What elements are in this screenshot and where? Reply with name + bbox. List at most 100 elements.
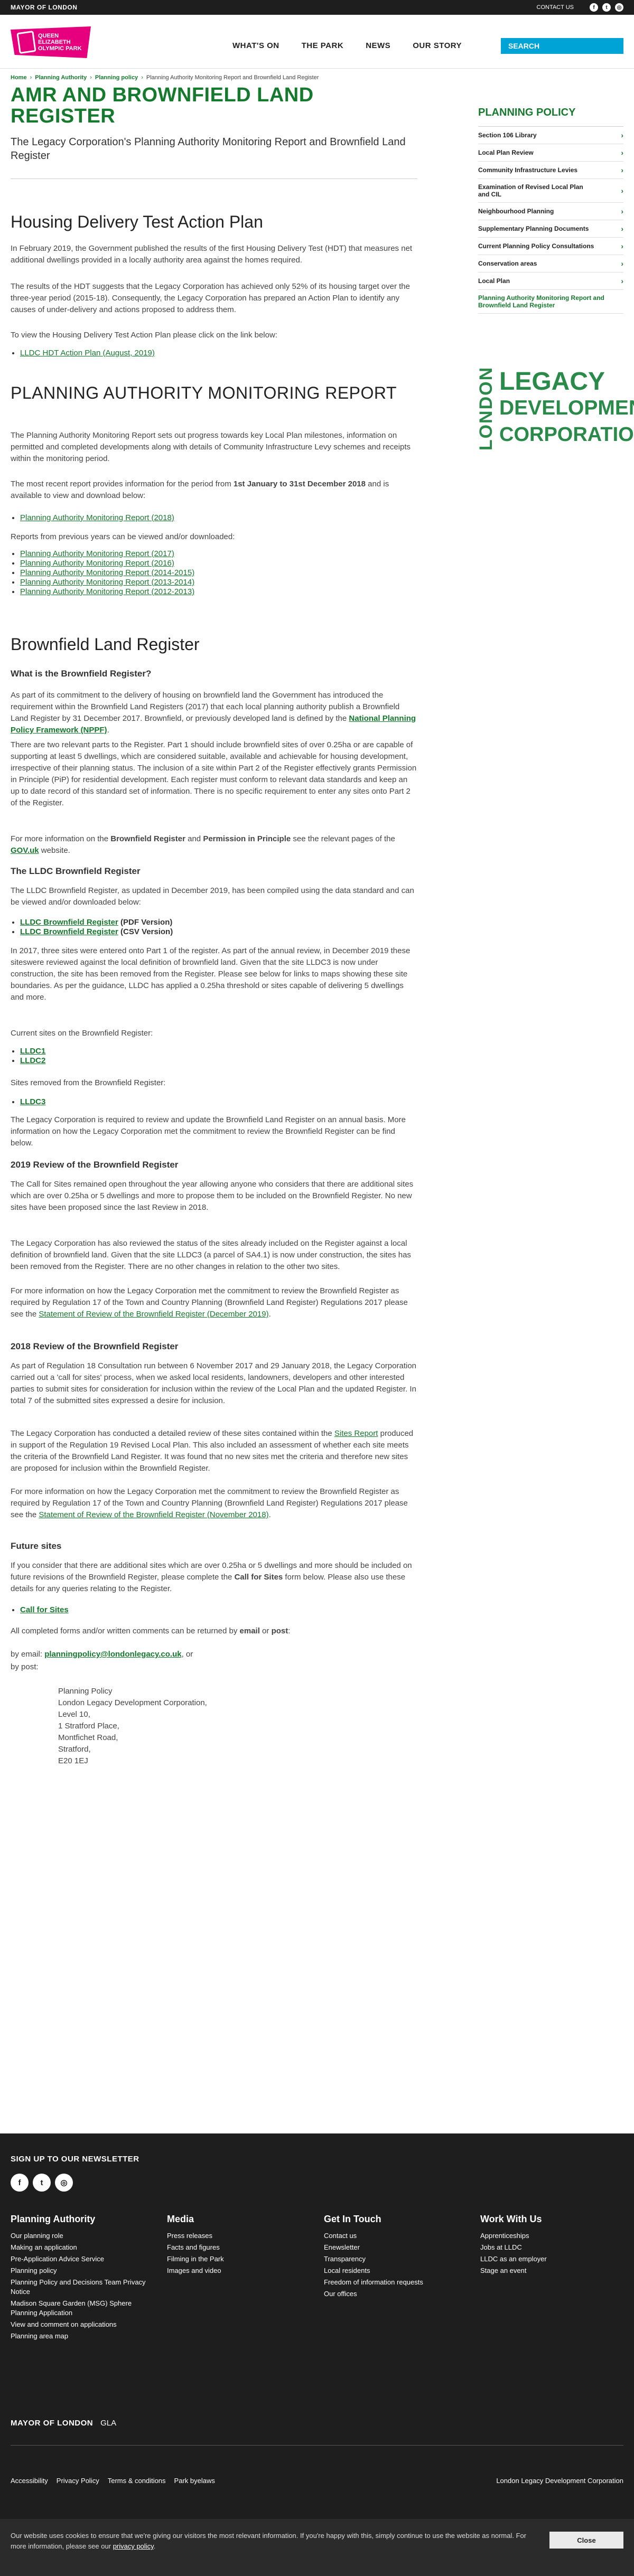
accessibility-link[interactable]: Accessibility xyxy=(11,2477,48,2485)
sidebar-item-neighbourhood[interactable]: Neighbourhood Planning › xyxy=(478,203,623,220)
register-csv-link[interactable]: LLDC Brownfield Register xyxy=(20,927,118,936)
footer-link[interactable]: Local residents xyxy=(324,2266,472,2276)
instagram-icon[interactable]: ◎ xyxy=(615,3,623,12)
sidebar-item-spd[interactable]: Supplementary Planning Documents › xyxy=(478,220,623,238)
footer-link[interactable]: Our offices xyxy=(324,2289,472,2299)
twitter-icon[interactable]: t xyxy=(602,3,611,12)
lldc-register-heading: The LLDC Brownfield Register xyxy=(11,866,141,876)
pamr-paragraph-2: The most recent report provides informat… xyxy=(11,478,417,502)
footer-link[interactable]: Pre-Application Advice Service xyxy=(11,2254,158,2264)
contact-us-link[interactable]: CONTACT US xyxy=(537,4,574,11)
sites-report-link[interactable]: Sites Report xyxy=(334,1429,378,1438)
footer-link[interactable]: View and comment on applications xyxy=(11,2320,158,2329)
breadcrumb-planning-authority[interactable]: Planning Authority xyxy=(35,74,87,81)
twitter-icon[interactable]: t xyxy=(33,2174,51,2192)
newsletter-signup-link[interactable]: SIGN UP TO OUR NEWSLETTER xyxy=(11,2155,139,2164)
text: email xyxy=(239,1627,260,1635)
hdt-action-plan-link[interactable]: LLDC HDT Action Plan (August, 2019) xyxy=(20,349,155,358)
footer-link[interactable]: LLDC as an employer xyxy=(480,2254,623,2264)
sidebar-item-label: Section 106 Library xyxy=(478,131,537,139)
breadcrumb-home[interactable]: Home xyxy=(11,74,27,81)
footer-link[interactable]: Apprenticeships xyxy=(480,2231,623,2241)
planning-email-link[interactable]: planningpolicy@londonlegacy.co.uk xyxy=(44,1650,181,1659)
sidebar-item-local-plan[interactable]: Local Plan › xyxy=(478,272,623,290)
footer-column-heading: Media xyxy=(167,2214,194,2224)
nav-our-story[interactable]: OUR STORY xyxy=(413,41,462,50)
sidebar-item-examination[interactable]: Examination of Revised Local Plan and CI… xyxy=(478,179,623,203)
gov-uk-link[interactable]: GOV.uk xyxy=(11,846,39,855)
pamr-2014-2015-link[interactable]: Planning Authority Monitoring Report (20… xyxy=(20,568,194,577)
statement-2018-link[interactable]: Statement of Review of the Brownfield Re… xyxy=(39,1510,268,1519)
text: CORPORATION xyxy=(499,424,634,446)
sidebar-item-label: Conservation areas xyxy=(478,260,537,267)
pamr-2016-link[interactable]: Planning Authority Monitoring Report (20… xyxy=(20,559,174,568)
mayor-of-london-logo[interactable]: MAYOR OF LONDON xyxy=(11,2419,93,2428)
footer-link[interactable]: Madison Square Garden (MSG) Sphere Plann… xyxy=(11,2299,158,2318)
nav-whats-on[interactable]: WHAT'S ON xyxy=(232,41,279,50)
footer-copyright: London Legacy Development Corporation xyxy=(496,2477,623,2485)
sidebar-item-local-plan-review[interactable]: Local Plan Review › xyxy=(478,144,623,162)
breadcrumb-planning-policy[interactable]: Planning policy xyxy=(95,74,138,81)
sidebar-item-label: Current Planning Policy Consultations xyxy=(478,242,594,250)
pamr-2012-2013-link[interactable]: Planning Authority Monitoring Report (20… xyxy=(20,587,194,596)
footer-link[interactable]: Planning policy xyxy=(11,2266,158,2276)
privacy-policy-link[interactable]: Privacy Policy xyxy=(57,2477,99,2485)
facebook-icon[interactable]: f xyxy=(590,3,598,12)
sidebar-item-consultations[interactable]: Current Planning Policy Consultations › xyxy=(478,238,623,255)
footer-link[interactable]: Images and video xyxy=(167,2266,315,2276)
park-byelaws-link[interactable]: Park byelaws xyxy=(174,2477,215,2485)
address-line: London Legacy Development Corporation, xyxy=(58,1698,207,1707)
sidebar-item-section-106[interactable]: Section 106 Library › xyxy=(478,127,623,144)
footer-link[interactable]: Filming in the Park xyxy=(167,2254,315,2264)
footer-link[interactable]: Contact us xyxy=(324,2231,472,2241)
terms-link[interactable]: Terms & conditions xyxy=(108,2477,166,2485)
instagram-icon[interactable]: ◎ xyxy=(55,2174,73,2192)
footer-link[interactable]: Press releases xyxy=(167,2231,315,2241)
sidebar-item-conservation[interactable]: Conservation areas › xyxy=(478,255,623,272)
footer-link[interactable]: Enewsletter xyxy=(324,2243,472,2252)
call-for-sites-link[interactable]: Call for Sites xyxy=(20,1605,69,1614)
register-pdf-link[interactable]: LLDC Brownfield Register xyxy=(20,918,118,927)
text: Brownfield Register xyxy=(110,834,185,843)
text: (PDF Version) xyxy=(118,918,173,927)
cookie-banner: Our website uses cookies to ensure that … xyxy=(0,2519,634,2576)
search-button[interactable]: SEARCH xyxy=(501,38,623,54)
text: (CSV Version) xyxy=(118,927,173,936)
pamr-2018-link[interactable]: Planning Authority Monitoring Report (20… xyxy=(20,513,174,522)
cookie-close-button[interactable]: Close xyxy=(549,2532,623,2549)
statement-2019-link[interactable]: Statement of Review of the Brownfield Re… xyxy=(39,1310,268,1319)
site-footer: SIGN UP TO OUR NEWSLETTER f t ◎ Planning… xyxy=(0,2133,634,2519)
gla-logo[interactable]: GLA xyxy=(100,2419,116,2428)
footer-link[interactable]: Making an application xyxy=(11,2243,158,2252)
breadcrumb-current: Planning Authority Monitoring Report and… xyxy=(146,74,319,81)
site-lldc3-link[interactable]: LLDC3 xyxy=(20,1097,45,1106)
chevron-right-icon: › xyxy=(621,277,623,285)
site-lldc1-link[interactable]: LLDC1 xyxy=(20,1047,45,1056)
footer-bottom-links: Accessibility Privacy Policy Terms & con… xyxy=(11,2477,215,2485)
site-lldc2-link[interactable]: LLDC2 xyxy=(20,1056,45,1065)
footer-link[interactable]: Our planning role xyxy=(11,2231,158,2241)
sidebar-item-amr[interactable]: Planning Authority Monitoring Report and… xyxy=(478,290,623,314)
footer-link[interactable]: Jobs at LLDC xyxy=(480,2243,623,2252)
footer-link[interactable]: Transparency xyxy=(324,2254,472,2264)
address-line: Stratford, xyxy=(58,1745,91,1754)
text: As part of its commitment to the deliver… xyxy=(11,691,400,723)
nav-news[interactable]: NEWS xyxy=(366,41,390,50)
nav-the-park[interactable]: THE PARK xyxy=(302,41,344,50)
sidebar-item-cil[interactable]: Community Infrastructure Levies › xyxy=(478,162,623,179)
park-logo[interactable]: QUEEN ELIZABETH OLYMPIC PARK xyxy=(11,26,91,58)
pamr-2017-link[interactable]: Planning Authority Monitoring Report (20… xyxy=(20,549,174,558)
footer-link[interactable]: Stage an event xyxy=(480,2266,623,2276)
cookie-privacy-link[interactable]: privacy policy xyxy=(113,2542,154,2550)
current-sites-list: LLDC1 LLDC2 xyxy=(11,1047,417,1066)
facebook-icon[interactable]: f xyxy=(11,2174,29,2192)
pamr-2013-2014-link[interactable]: Planning Authority Monitoring Report (20… xyxy=(20,578,194,587)
footer-link[interactable]: Planning Policy and Decisions Team Priva… xyxy=(11,2278,158,2297)
footer-link[interactable]: Planning area map xyxy=(11,2331,158,2341)
footer-link[interactable]: Freedom of information requests xyxy=(324,2278,472,2287)
text: . xyxy=(153,2542,156,2550)
text: Our website uses cookies to ensure that … xyxy=(11,2532,527,2550)
sidebar-item-label: Examination of Revised Local Plan and CI… xyxy=(478,183,583,198)
footer-link[interactable]: Facts and figures xyxy=(167,2243,315,2252)
text: or xyxy=(259,1627,272,1635)
